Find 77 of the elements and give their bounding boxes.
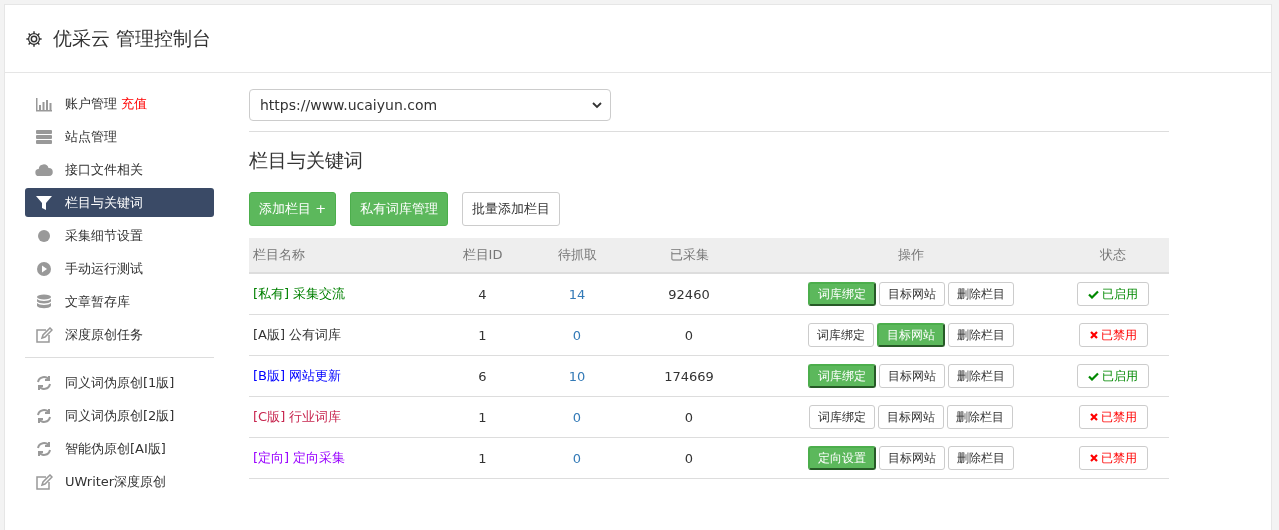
recharge-link[interactable]: 充值 (121, 94, 147, 113)
action-button[interactable]: 删除栏目 (947, 405, 1013, 429)
action-button[interactable]: 目标网站 (879, 446, 945, 470)
settings-icon (25, 29, 43, 48)
refresh-icon (35, 440, 53, 457)
table-cell: 10 (568, 368, 586, 384)
status-button[interactable]: 已禁用 (1078, 405, 1148, 429)
console-title: 优采云 管理控制台 (53, 25, 212, 51)
edit-icon (35, 326, 53, 343)
action-button[interactable]: 删除栏目 (948, 364, 1014, 388)
column-header: 已采集 (613, 238, 765, 273)
table-cell: 0 (684, 450, 694, 466)
table-cell: 0 (572, 327, 582, 343)
sidebar-item[interactable]: 同义词伪原创[2版] (25, 401, 214, 430)
database-icon (35, 293, 53, 310)
cross-icon (1089, 413, 1098, 421)
table-cell: 6 (478, 368, 487, 384)
section-title: 栏目与关键词 (249, 148, 364, 173)
sidebar-item[interactable]: 采集细节设置 (25, 221, 214, 250)
refresh-icon (35, 407, 53, 424)
table-cell: 1 (478, 409, 487, 425)
status-button[interactable]: 已启用 (1077, 364, 1149, 388)
table-cell: 0 (572, 450, 582, 466)
table-cell: 0 (684, 327, 694, 343)
sidebar-item[interactable]: 手动运行测试 (25, 254, 214, 283)
sidebar-item[interactable]: UWriter深度原创 (25, 467, 214, 496)
play-icon (35, 260, 53, 277)
check-icon (1088, 371, 1099, 381)
column-name: [私有] 采集交流 (253, 286, 346, 301)
table-cell: 92460 (668, 286, 710, 302)
cross-icon (1089, 331, 1098, 339)
cloud-icon (35, 161, 53, 178)
check-icon (1088, 289, 1099, 299)
chevron-down-icon (592, 101, 602, 109)
chart-icon (35, 95, 53, 112)
sidebar-item[interactable]: 接口文件相关 (25, 155, 214, 184)
server-icon (35, 128, 53, 145)
table-cell: 0 (572, 409, 582, 425)
sidebar-item[interactable]: 同义词伪原创[1版] (25, 368, 214, 397)
column-name: [定向] 定向采集 (253, 450, 346, 465)
status-button[interactable]: 已禁用 (1078, 323, 1148, 347)
column-header: 状态 (1057, 238, 1169, 273)
sidebar-item[interactable]: 账户管理 充值 (25, 89, 214, 118)
action-button[interactable]: 目标网站 (879, 364, 945, 388)
column-header: 待抓取 (541, 238, 613, 273)
cross-icon (1089, 454, 1098, 462)
toolbar-button[interactable]: 批量添加栏目 (462, 192, 561, 226)
filter-icon (35, 194, 53, 211)
table-cell: 0 (684, 409, 694, 425)
site-select[interactable]: https://www.ucaiyun.com (249, 89, 611, 121)
column-header: 栏目名称 (249, 238, 424, 273)
table-cell: 14 (568, 286, 586, 302)
action-button[interactable]: 删除栏目 (948, 282, 1014, 306)
action-button[interactable]: 删除栏目 (948, 323, 1014, 347)
column-name: [C版] 行业词库 (253, 409, 342, 424)
column-name: [A版] 公有词库 (253, 327, 342, 342)
column-header: 栏目ID (424, 238, 541, 273)
table-cell: 4 (478, 286, 487, 302)
action-button[interactable]: 目标网站 (878, 405, 944, 429)
status-button[interactable]: 已禁用 (1078, 446, 1148, 470)
action-button[interactable]: 删除栏目 (948, 446, 1014, 470)
column-name: [B版] 网站更新 (253, 368, 342, 383)
edit-icon (35, 473, 53, 490)
sidebar-item[interactable]: 文章暂存库 (25, 287, 214, 316)
action-button[interactable]: 词库绑定 (809, 405, 875, 429)
sidebar-item[interactable]: 智能伪原创[AI版] (25, 434, 214, 463)
sidebar-item[interactable]: 站点管理 (25, 122, 214, 151)
refresh-icon (35, 374, 53, 391)
table-cell: 1 (478, 327, 487, 343)
action-button[interactable]: 词库绑定 (808, 323, 874, 347)
status-button[interactable]: 已启用 (1077, 282, 1149, 306)
sidebar-item[interactable]: 深度原创任务 (25, 320, 214, 349)
sidebar-item[interactable]: 栏目与关键词 (25, 188, 214, 217)
column-header: 操作 (765, 238, 1057, 273)
table-cell: 1 (478, 450, 487, 466)
table-cell: 174669 (664, 368, 714, 384)
action-button[interactable]: 目标网站 (879, 282, 945, 306)
